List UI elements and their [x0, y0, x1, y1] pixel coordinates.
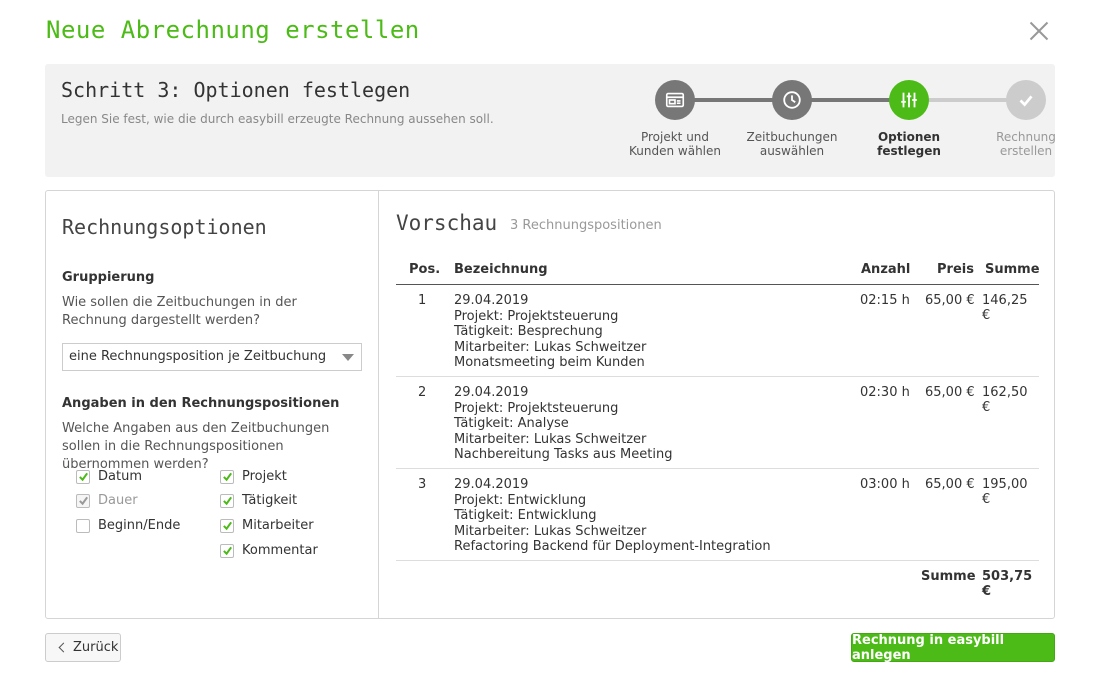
table-row: 1 29.04.2019 Projekt: Projektsteuerung T…: [396, 285, 1039, 377]
row-sum: 146,25 €: [982, 293, 1028, 323]
checkbox-kommentar[interactable]: Kommentar: [220, 543, 318, 558]
back-button[interactable]: Zurück: [45, 633, 121, 662]
step-item-zeitbuchungen: Zeitbuchungen auswählen: [737, 80, 847, 158]
total-label: Summe: [921, 569, 976, 584]
checkbox-label: Projekt: [242, 469, 287, 484]
row-description: 29.04.2019 Projekt: Projektsteuerung Tät…: [454, 293, 646, 371]
details-text: Welche Angaben aus den Zeitbuchungen sol…: [62, 421, 330, 472]
row-line: Refactoring Backend für Deployment-Integ…: [454, 539, 771, 554]
row-line: 29.04.2019: [454, 385, 529, 400]
row-line: 29.04.2019: [454, 477, 529, 492]
checkbox-box[interactable]: [220, 493, 234, 508]
preview-title: Vorschau: [396, 211, 498, 235]
checkbox-label: Datum: [98, 469, 142, 484]
row-qty: 02:15 h: [860, 293, 910, 308]
row-line: Mitarbeiter: Lukas Schweitzer: [454, 523, 647, 539]
row-sum: 162,50 €: [982, 385, 1028, 415]
row-line: Tätigkeit: Entwicklung: [454, 508, 597, 523]
clock-icon: [772, 80, 812, 120]
row-price: 65,00 €: [925, 293, 975, 308]
table-total-row: Summe 503,75 €: [396, 561, 1039, 599]
row-line: Mitarbeiter: Lukas Schweitzer: [454, 339, 647, 355]
preview-panel: Vorschau 3 Rechnungspositionen Pos. Beze…: [380, 191, 1054, 618]
grouping-select-value: eine Rechnungsposition je Zeitbuchung: [69, 349, 327, 364]
step-label: Rechnung erstellen: [996, 130, 1056, 158]
row-pos: 3: [418, 477, 427, 492]
close-icon[interactable]: [1026, 18, 1052, 44]
total-value: 503,75 €: [982, 569, 1033, 599]
dialog-title: Neue Abrechnung erstellen: [46, 16, 420, 44]
options-title: Rechnungsoptionen: [62, 215, 267, 239]
row-pos: 2: [418, 385, 427, 400]
back-button-label: Zurück: [73, 640, 119, 655]
progress-stepper: Projekt und Kunden wählen Zeitbuchungen …: [585, 64, 1056, 177]
grouping-text: Wie sollen die Zeitbuchungen in der Rech…: [62, 295, 297, 328]
checkbox-projekt[interactable]: Projekt: [220, 469, 287, 484]
step-item-optionen: Optionen festlegen: [854, 80, 964, 158]
step-label: Projekt und Kunden wählen: [629, 130, 721, 158]
row-line: Tätigkeit: Besprechung: [454, 324, 603, 339]
step-header: Schritt 3: Optionen festlegen Legen Sie …: [45, 64, 1056, 177]
check-icon: [1006, 80, 1046, 120]
row-sum: 195,00 €: [982, 477, 1028, 507]
row-line: 29.04.2019: [454, 293, 529, 308]
table-row: 2 29.04.2019 Projekt: Projektsteuerung T…: [396, 377, 1039, 469]
checkbox-box: [76, 493, 90, 508]
row-line: Projekt: Projektsteuerung: [454, 400, 619, 416]
checkbox-dauer: Dauer: [76, 493, 138, 508]
row-description: 29.04.2019 Projekt: Projektsteuerung Tät…: [454, 385, 672, 463]
checkbox-box[interactable]: [76, 469, 90, 484]
create-invoice-button[interactable]: Rechnung in easybill anlegen: [851, 633, 1055, 663]
checkbox-mitarbeiter[interactable]: Mitarbeiter: [220, 518, 314, 533]
table-row: 3 29.04.2019 Projekt: Entwicklung Tätigk…: [396, 469, 1039, 561]
row-price: 65,00 €: [925, 477, 975, 492]
row-price: 65,00 €: [925, 385, 975, 400]
main-panel: Rechnungsoptionen Gruppierung Wie sollen…: [45, 190, 1055, 619]
checkbox-label: Dauer: [98, 493, 138, 508]
checkbox-label: Kommentar: [242, 543, 318, 558]
checkbox-taetigkeit[interactable]: Tätigkeit: [220, 493, 297, 508]
table-header: Pos. Bezeichnung Anzahl Preis Summe: [396, 255, 1040, 285]
row-qty: 03:00 h: [860, 477, 910, 492]
row-line: Projekt: Projektsteuerung: [454, 308, 619, 324]
checkbox-box[interactable]: [220, 469, 234, 484]
column-qty: Anzahl: [861, 262, 911, 277]
preview-count: 3 Rechnungspositionen: [510, 218, 662, 233]
step-subtitle: Legen Sie fest, wie die durch easybill e…: [61, 112, 494, 126]
checkbox-datum[interactable]: Datum: [76, 469, 142, 484]
column-pos: Pos.: [409, 262, 441, 277]
row-qty: 02:30 h: [860, 385, 910, 400]
row-line: Mitarbeiter: Lukas Schweitzer: [454, 431, 647, 447]
details-label: Angaben in den Rechnungspositionen: [62, 396, 340, 411]
column-desc: Bezeichnung: [454, 262, 548, 277]
step-item-projekt: Projekt und Kunden wählen: [620, 80, 730, 158]
step-item-rechnung: Rechnung erstellen: [971, 80, 1081, 158]
row-description: 29.04.2019 Projekt: Entwicklung Tätigkei…: [454, 477, 771, 555]
checkbox-box[interactable]: [76, 518, 90, 533]
sliders-icon: [889, 80, 929, 120]
checkbox-beginn-ende[interactable]: Beginn/Ende: [76, 518, 180, 533]
checkbox-label: Mitarbeiter: [242, 518, 314, 533]
step-label: Optionen festlegen: [877, 130, 941, 158]
options-panel: Rechnungsoptionen Gruppierung Wie sollen…: [46, 191, 379, 618]
checkbox-box[interactable]: [220, 518, 234, 533]
column-sum: Summe: [985, 262, 1040, 277]
grouping-select[interactable]: eine Rechnungsposition je Zeitbuchung: [62, 343, 362, 371]
row-line: Tätigkeit: Analyse: [454, 416, 569, 431]
chevron-left-icon: [58, 642, 69, 653]
row-pos: 1: [418, 293, 427, 308]
checkbox-label: Tätigkeit: [242, 493, 298, 508]
step-label: Zeitbuchungen auswählen: [746, 130, 838, 158]
row-line: Nachbereitung Tasks aus Meeting: [454, 447, 673, 462]
invoice-card-icon: [655, 80, 695, 120]
column-price: Preis: [937, 262, 974, 277]
grouping-label: Gruppierung: [62, 270, 155, 285]
step-title: Schritt 3: Optionen festlegen: [61, 78, 411, 102]
row-line: Projekt: Entwicklung: [454, 492, 587, 508]
invoice-table: Pos. Bezeichnung Anzahl Preis Summe 1 29…: [396, 255, 1040, 599]
checkbox-label: Beginn/Ende: [98, 518, 181, 533]
row-line: Monatsmeeting beim Kunden: [454, 355, 645, 370]
checkbox-box[interactable]: [220, 543, 234, 558]
chevron-down-icon: [342, 354, 354, 361]
